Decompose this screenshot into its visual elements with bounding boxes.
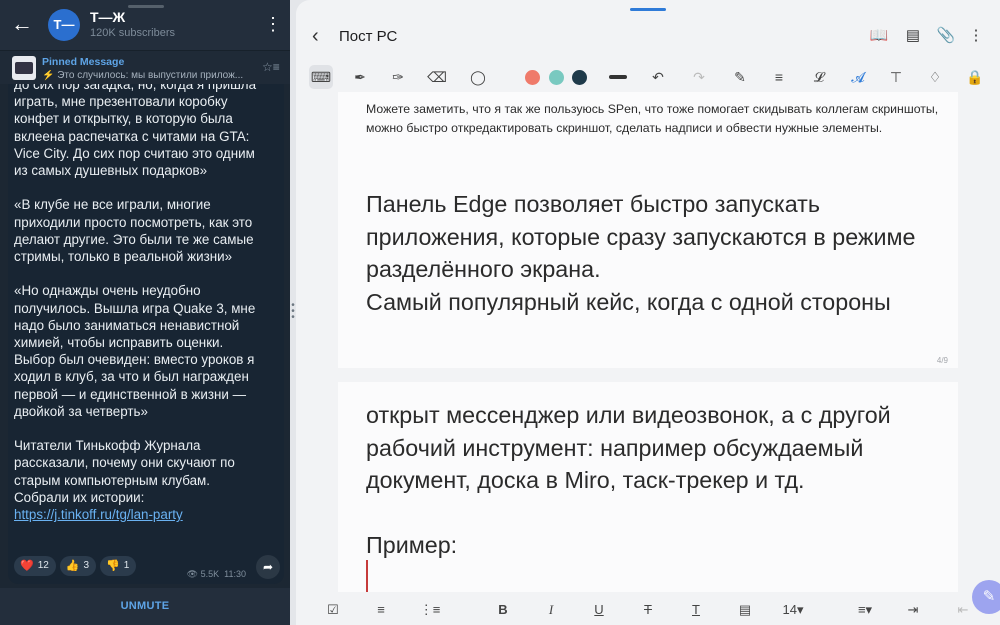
italic-icon[interactable]: I (539, 598, 563, 622)
more-options-icon[interactable]: ⋮ (965, 25, 987, 47)
highlighter-icon[interactable]: ✑ (386, 65, 410, 89)
post-time: 11:30 (224, 569, 246, 579)
text-format-bar: ☑ ≡ ⋮≡ B I U T T ▤ 14▾ ≡▾ ⇥ ⇤ (296, 596, 1000, 625)
pen-to-text-icon[interactable]: ✎ (728, 65, 752, 89)
color-swatch-red[interactable] (525, 70, 540, 85)
underline-icon[interactable]: U (587, 598, 611, 622)
reaction-count: 3 (83, 560, 90, 571)
reaction-thumbs-down[interactable]: 👎 1 (100, 556, 137, 576)
strikethrough-icon[interactable]: T (636, 598, 660, 622)
pen-thickness-icon[interactable] (609, 75, 627, 79)
thumbs-down-icon: 👎 (106, 560, 120, 572)
bullet-list-icon[interactable]: ⋮≡ (418, 598, 442, 622)
reaction-count: 12 (37, 560, 49, 571)
note-page[interactable]: Можете заметить, что я так же пользуюсь … (338, 92, 958, 368)
heart-icon: ❤️ (20, 560, 34, 572)
eye-icon: 👁 (186, 569, 199, 579)
thumbs-up-icon: 👍 (65, 560, 80, 572)
bold-icon[interactable]: B (491, 598, 515, 622)
undo-icon[interactable]: ↶ (646, 65, 670, 89)
handwriting-icon[interactable]: 𝓐 (846, 65, 870, 89)
redo-icon[interactable]: ↷ (687, 65, 711, 89)
pinned-text: ⚡ Это случилось: мы выпустили прилож... (42, 70, 244, 81)
numbered-list-icon[interactable]: ≡ (369, 598, 393, 622)
post-meta: 👁 5.5K 11:30 (187, 569, 246, 580)
page-view-icon[interactable]: ▤ (902, 25, 924, 47)
notes-app-bar: ‹ Пост РС 📖 ▤ 📎 ⋮ (296, 14, 1000, 60)
pinned-title: Pinned Message (42, 56, 125, 68)
spen-pen-icon[interactable]: ✎ (972, 580, 1000, 614)
indent-icon[interactable]: ⇥ (901, 598, 925, 622)
reaction-count: 1 (123, 560, 130, 571)
reaction-thumbs-up[interactable]: 👍 3 (59, 556, 97, 576)
unmute-button[interactable]: UNMUTE (0, 600, 290, 612)
telegram-pane: ← Т—Ж Т—Ж 120K subscribers ⋮ Pinned Mess… (0, 0, 290, 625)
checkbox-icon[interactable]: ☑ (321, 598, 345, 622)
pen-icon[interactable]: ✒ (348, 65, 372, 89)
text-format-icon[interactable]: ⊤ (884, 65, 908, 89)
shapes-icon[interactable]: ♢ (923, 65, 947, 89)
post-body: до сих пор загадка, но, когда я пришла и… (14, 84, 257, 505)
pinned-list-icon[interactable]: ☆≡ (262, 60, 280, 74)
chevron-left-icon[interactable]: ‹ (312, 25, 319, 47)
notes-pane: ‹ Пост РС 📖 ▤ 📎 ⋮ ⌨ ✒ ✑ ⌫ ◯ ↶ ↷ ✎ ≡ 𝓛 𝓐 … (296, 0, 1000, 625)
lock-icon[interactable]: 🔒 (963, 65, 987, 89)
text-color-icon[interactable]: T (684, 598, 708, 622)
window-grab-handle[interactable] (630, 8, 666, 11)
color-swatch-navy[interactable] (572, 70, 587, 85)
color-swatch-teal[interactable] (549, 70, 564, 85)
channel-post: до сих пор загадка, но, когда я пришла и… (8, 84, 284, 584)
align-icon[interactable]: ≡▾ (853, 598, 877, 622)
text-cursor (366, 560, 368, 592)
post-text: до сих пор загадка, но, когда я пришла и… (14, 84, 262, 523)
channel-name[interactable]: Т—Ж (90, 9, 125, 25)
eraser-icon[interactable]: ⌫ (425, 65, 449, 89)
reactions-row: ❤️ 12 👍 3 👎 1 (14, 556, 137, 578)
channel-avatar[interactable]: Т—Ж (48, 9, 80, 64)
font-size-select[interactable]: 14▾ (778, 598, 808, 622)
page-number: 4/9 (936, 356, 948, 365)
note-page[interactable]: открыт мессенджер или видеозвонок, а с д… (338, 382, 958, 592)
attachment-icon[interactable]: 📎 (935, 25, 957, 47)
pinned-message-bar[interactable]: Pinned Message ⚡ Это случилось: мы выпус… (0, 50, 290, 84)
divider-handle-icon[interactable]: • • • (291, 301, 295, 323)
text-style-icon[interactable]: 𝓛 (807, 65, 831, 89)
window-grab-handle[interactable] (128, 5, 164, 8)
note-big-text: Панель Edge позволяет быстро запускать п… (366, 191, 916, 315)
post-link[interactable]: https://j.tinkoff.ru/tg/lan-party (14, 507, 183, 522)
view-count: 5.5K (200, 569, 220, 579)
book-view-icon[interactable]: 📖 (868, 25, 890, 47)
lasso-select-icon[interactable]: ◯ (466, 65, 490, 89)
note-title[interactable]: Пост РС (339, 28, 397, 45)
text-background-icon[interactable]: ▤ (733, 598, 757, 622)
reaction-heart[interactable]: ❤️ 12 (14, 556, 56, 576)
back-arrow-icon[interactable]: ← (10, 12, 34, 36)
drawing-toolbar: ⌨ ✒ ✑ ⌫ ◯ ↶ ↷ ✎ ≡ 𝓛 𝓐 ⊤ ♢ 🔒 (296, 62, 1000, 92)
subscriber-count: 120K subscribers (90, 27, 175, 39)
kebab-menu-icon[interactable]: ⋮ (264, 12, 282, 36)
keyboard-icon[interactable]: ⌨ (309, 65, 333, 89)
strikethrough-tool-icon[interactable]: ≡ (767, 65, 791, 89)
channel-bottom-bar: UNMUTE (0, 588, 290, 625)
pinned-thumbnail (12, 56, 36, 80)
note-big-text: открыт мессенджер или видеозвонок, а с д… (366, 402, 891, 558)
note-small-text: Можете заметить, что я так же пользуюсь … (366, 102, 939, 135)
outdent-icon[interactable]: ⇤ (951, 598, 975, 622)
share-arrow-icon[interactable]: ➦ (256, 555, 280, 579)
